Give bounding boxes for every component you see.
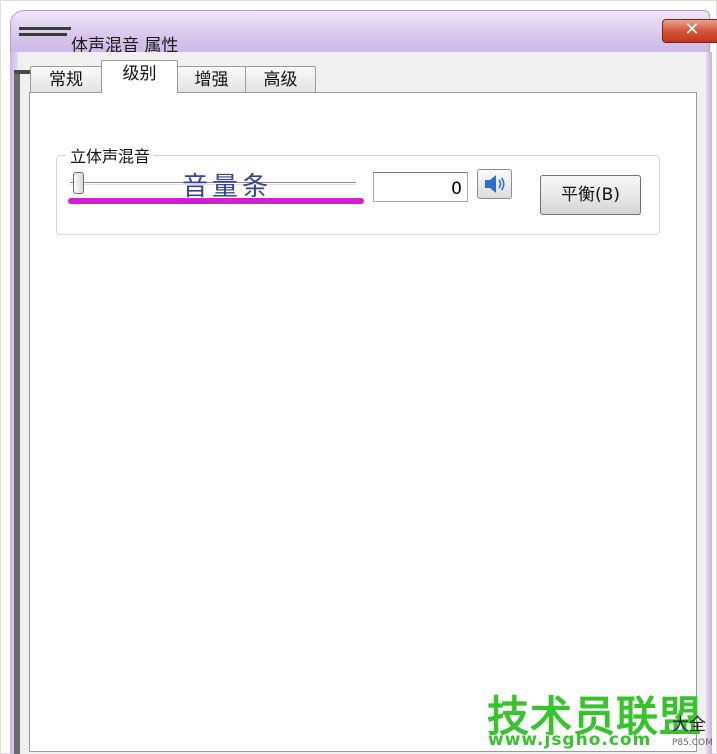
tab-enhancements[interactable]: 增强 <box>177 66 246 92</box>
tab-advanced[interactable]: 高级 <box>245 66 316 92</box>
watermark-tiny: P85.COM <box>672 738 713 748</box>
speaker-icon <box>485 175 505 193</box>
window-border-right <box>706 52 712 754</box>
balance-button[interactable]: 平衡(B) <box>540 175 641 215</box>
stereo-mix-label: 立体声混音 <box>66 143 155 167</box>
tab-levels[interactable]: 级别 <box>101 60 178 93</box>
watermark-side-text: 大全 <box>672 715 706 735</box>
title-bar[interactable]: 体声混音 属性 ✕ <box>10 10 717 56</box>
volume-slider-thumb[interactable] <box>73 172 84 194</box>
watermark-url: www.jsgho.com <box>488 730 652 750</box>
volume-level-input[interactable]: 0 <box>373 172 468 202</box>
system-menu-icon[interactable] <box>19 25 79 39</box>
close-button[interactable]: ✕ <box>662 19 717 43</box>
window-edge <box>14 70 20 754</box>
annotation-underline <box>68 198 364 204</box>
mute-button[interactable] <box>477 169 512 199</box>
tab-general[interactable]: 常规 <box>30 66 102 92</box>
